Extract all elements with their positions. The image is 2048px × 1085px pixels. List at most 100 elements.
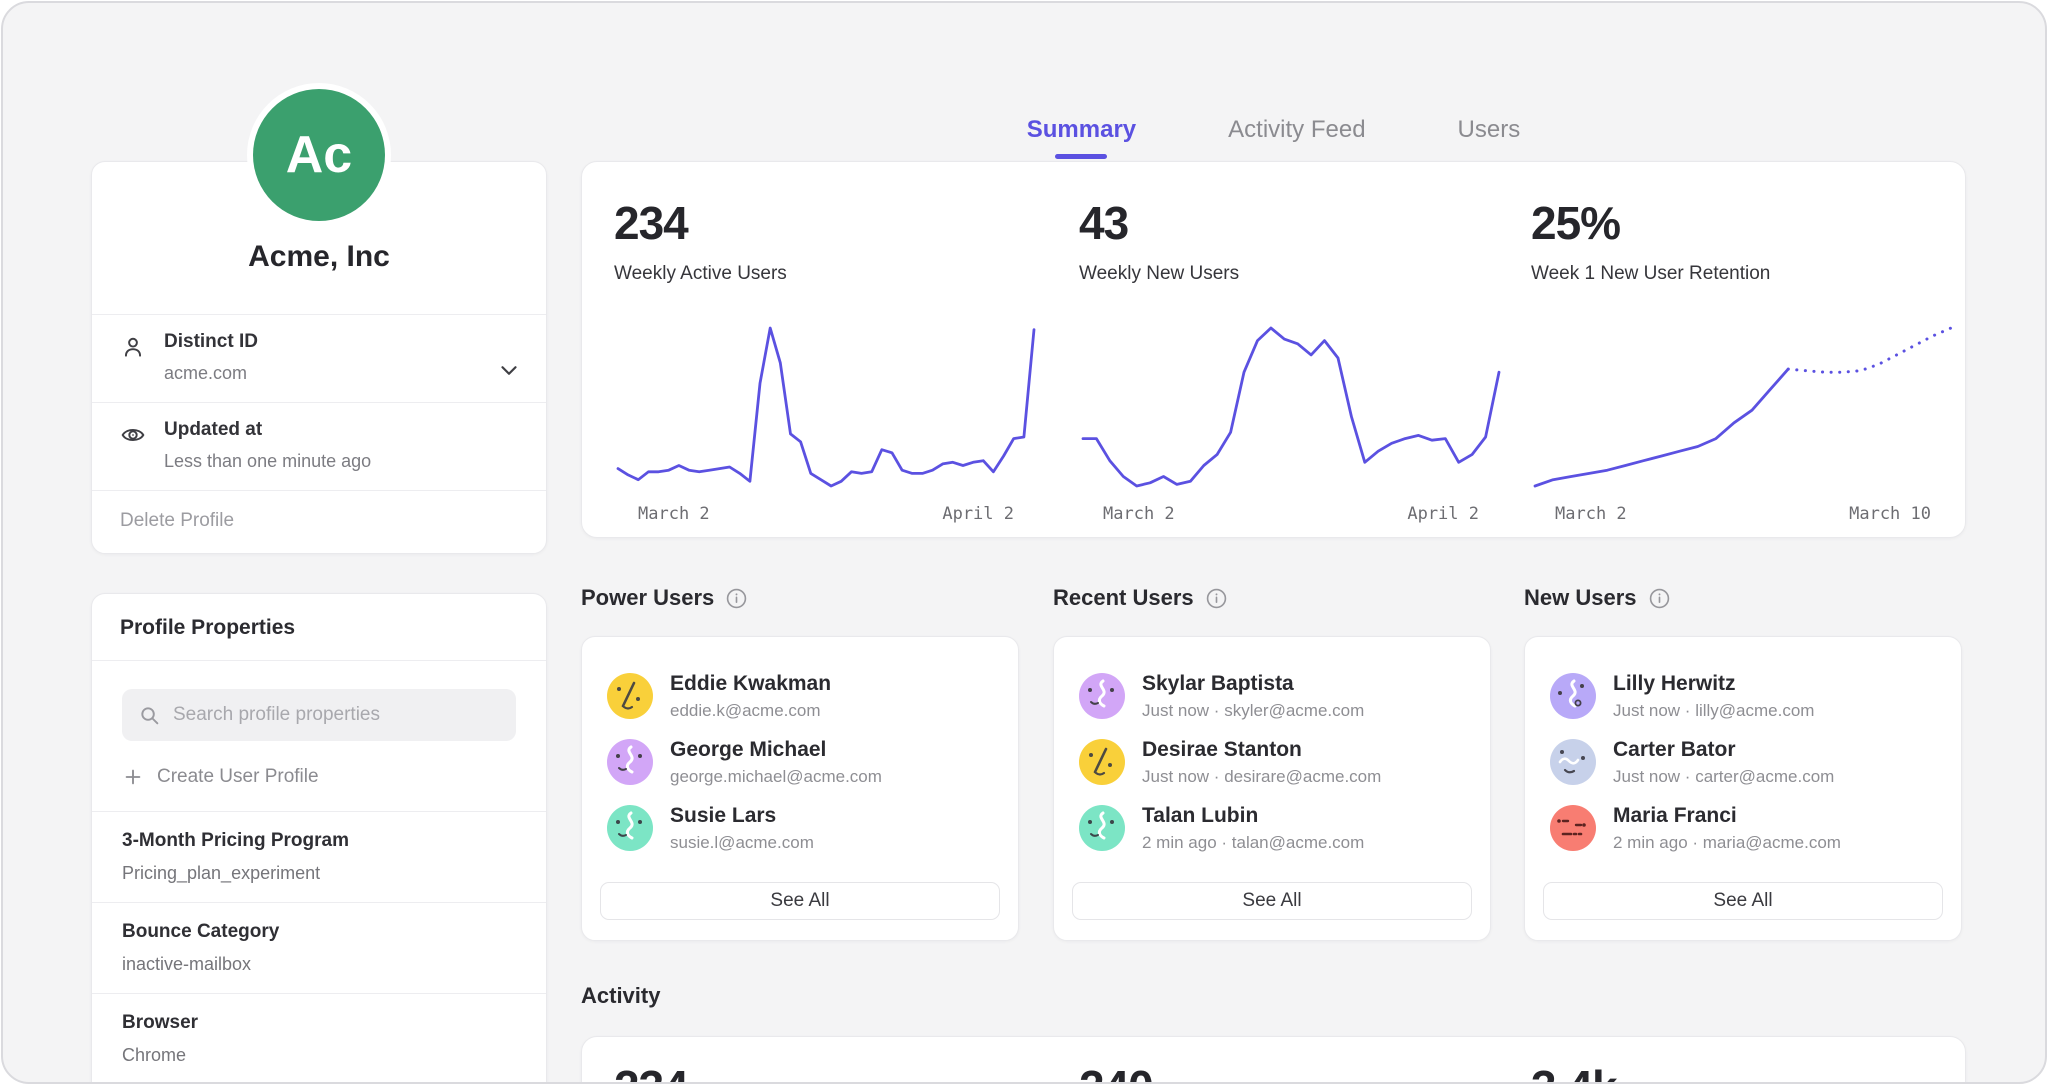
property-row-browser[interactable]: Browser Chrome [92,993,546,1084]
new-users-section: New Users Lilly Herwitz Just now · lilly… [1524,583,1962,941]
user-meta: Just now · desirare@acme.com [1142,767,1381,787]
user-list-item[interactable]: Eddie Kwakman eddie.k@acme.com [607,663,1018,729]
activity-stat-3: 3.4k [1531,1064,1617,1084]
field-value: acme.com [164,363,486,384]
activity-stat-1: 234 [614,1064,688,1084]
create-user-profile-button[interactable]: Create User Profile [122,766,516,788]
user-avatar [1079,673,1125,719]
app-window: Ac Acme, Inc Distinct ID acme.com [1,1,2047,1084]
user-name: Susie Lars [670,804,814,828]
user-avatar [1079,805,1125,851]
user-meta: Just now · lilly@acme.com [1613,701,1814,721]
user-meta: george.michael@acme.com [670,767,882,787]
recent-users-card: Skylar Baptista Just now · skyler@acme.c… [1053,636,1491,941]
user-meta: 2 min ago · talan@acme.com [1142,833,1364,853]
create-user-profile-label: Create User Profile [157,766,319,788]
field-label: Distinct ID [164,331,486,353]
user-name: Skylar Baptista [1142,672,1364,696]
user-list-item[interactable]: Maria Franci 2 min ago · maria@acme.com [1550,795,1961,861]
new-users-card: Lilly Herwitz Just now · lilly@acme.com … [1524,636,1962,941]
chevron-down-icon[interactable] [496,357,522,383]
stat-value: 240 [1079,1064,1153,1084]
tab-summary[interactable]: Summary [1027,115,1136,159]
field-label: Updated at [164,419,486,441]
plus-icon [122,766,144,788]
sparkline-weekly-new-users [1079,322,1503,494]
user-name: Talan Lubin [1142,804,1364,828]
tab-users[interactable]: Users [1458,115,1521,159]
profile-name: Acme, Inc [248,240,390,274]
see-all-button[interactable]: See All [600,882,1000,920]
see-all-button[interactable]: See All [1543,882,1943,920]
stat-week1-retention: 25% Week 1 New User Retention March 2 Ma… [1531,200,1961,285]
user-name: Maria Franci [1613,804,1841,828]
section-title: New Users [1524,585,1637,611]
user-list-item[interactable]: Susie Lars susie.l@acme.com [607,795,1018,861]
user-list-item[interactable]: Lilly Herwitz Just now · lilly@acme.com [1550,663,1961,729]
profile-properties-search[interactable] [122,689,516,741]
user-avatar [1550,673,1596,719]
activity-stat-2: 240 [1079,1064,1153,1084]
field-value: Less than one minute ago [164,451,486,472]
user-avatar [1079,739,1125,785]
user-list-item[interactable]: Skylar Baptista Just now · skyler@acme.c… [1079,663,1490,729]
user-name: Carter Bator [1613,738,1834,762]
stat-value: 25% [1531,200,1961,246]
person-icon [120,334,146,360]
user-avatar [607,739,653,785]
activity-title: Activity [581,983,660,1009]
section-title: Power Users [581,585,714,611]
search-icon [138,704,161,727]
user-name: Lilly Herwitz [1613,672,1814,696]
axis-tick-left: March 2 [638,504,710,524]
see-all-button[interactable]: See All [1072,882,1472,920]
axis-tick-right: March 10 [1849,504,1931,524]
user-avatar [607,805,653,851]
section-title: Recent Users [1053,585,1194,611]
property-name: Bounce Category [122,921,516,943]
user-name: Desirae Stanton [1142,738,1381,762]
profile-field-distinct-id: Distinct ID acme.com [92,314,546,402]
company-avatar: Ac [247,83,391,227]
user-name: George Michael [670,738,882,762]
axis-tick-right: April 2 [1407,504,1479,524]
user-meta: Just now · skyler@acme.com [1142,701,1364,721]
stat-label: Weekly New Users [1079,263,1509,285]
activity-card: 234 240 3.4k [581,1036,1966,1084]
profile-properties-card: Profile Properties Create User Profile 3… [91,593,547,1084]
stat-label: Weekly Active Users [614,263,1044,285]
info-icon[interactable] [1648,587,1671,610]
info-icon[interactable] [1205,587,1228,610]
user-list-item[interactable]: Talan Lubin 2 min ago · talan@acme.com [1079,795,1490,861]
stat-value: 234 [614,200,1044,246]
avatar-circle: Ac [253,89,385,221]
stat-value: 3.4k [1531,1064,1617,1084]
power-users-card: Eddie Kwakman eddie.k@acme.com George Mi… [581,636,1019,941]
power-users-section: Power Users Eddie Kwakman eddie.k@acme.c… [581,583,1019,941]
property-row-bounce-category[interactable]: Bounce Category inactive-mailbox [92,902,546,993]
user-meta: eddie.k@acme.com [670,701,831,721]
x-axis: March 2 April 2 [614,504,1038,524]
user-meta: Just now · carter@acme.com [1613,767,1834,787]
tab-activity-feed[interactable]: Activity Feed [1228,115,1365,159]
profile-tabs: Summary Activity Feed Users [581,115,1966,159]
info-icon[interactable] [725,587,748,610]
x-axis: March 2 March 10 [1531,504,1955,524]
stat-value: 234 [614,1064,688,1084]
user-meta: 2 min ago · maria@acme.com [1613,833,1841,853]
delete-profile-button[interactable]: Delete Profile [92,490,546,553]
x-axis: March 2 April 2 [1079,504,1503,524]
sparkline-weekly-active-users [614,322,1038,494]
property-value: inactive-mailbox [122,954,516,975]
property-row-pricing-program[interactable]: 3-Month Pricing Program Pricing_plan_exp… [92,811,546,902]
user-list-item[interactable]: George Michael george.michael@acme.com [607,729,1018,795]
user-list-item[interactable]: Desirae Stanton Just now · desirare@acme… [1079,729,1490,795]
avatar-initials: Ac [286,125,352,185]
user-list-item[interactable]: Carter Bator Just now · carter@acme.com [1550,729,1961,795]
stat-value: 43 [1079,200,1509,246]
user-avatar [1550,805,1596,851]
property-name: 3-Month Pricing Program [122,830,516,852]
recent-users-section: Recent Users Skylar Baptista Just now · … [1053,583,1491,941]
profile-field-updated-at: Updated at Less than one minute ago [92,402,546,490]
search-input[interactable] [173,704,493,726]
